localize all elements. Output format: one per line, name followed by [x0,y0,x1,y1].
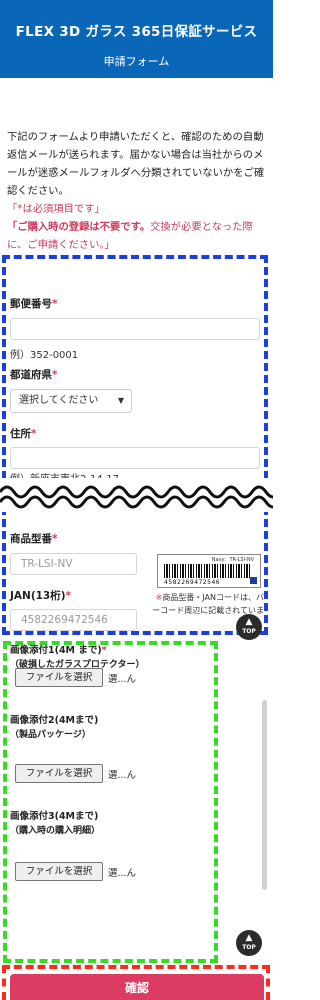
barcode-number: 4582269472546 [164,579,221,586]
intro-text: 下記のフォームより申請いただくと、確認のための自動返信メールが送られます。届かな… [7,128,269,254]
upload-3-label: 画像添付3(4Mまで) （購入時の購入明細） [10,811,101,836]
page-subtitle: 申請フォーム [103,55,170,68]
page-title: FLEX 3D ガラス 365日保証サービス [15,24,258,40]
back-to-top-button[interactable]: ▲ TOP [236,930,262,956]
registration-note-bold: 「ご購入時の登録は不要です。 [7,221,151,233]
intro-paragraph: 下記のフォームより申請いただくと、確認のための自動返信メールが送られます。届かな… [7,131,265,197]
upload-3-file-status: 選...ん [108,868,137,879]
chevron-down-icon: ▼ [117,396,124,405]
barcode-top-text: Navy：TR-LSI-NV [211,557,254,563]
required-mark: * [65,590,72,602]
barcode-bars [164,564,250,578]
model-input[interactable]: TR-LSI-NV [10,553,137,575]
required-mark: * [101,645,107,656]
address-label: 住所* [10,428,37,440]
prefecture-label: 都道府県* [10,369,58,381]
required-mark: * [52,533,58,545]
required-mark: * [52,369,58,381]
barcode-image: Navy：TR-LSI-NV 4582269472546 [157,554,261,588]
model-label: 商品型番* [10,533,58,545]
barcode-corner-mark [250,577,257,584]
content-break-wave [0,478,273,512]
upload-2-choose-file-button[interactable]: ファイルを選択 [15,764,103,783]
confirm-button[interactable]: 確認 [10,974,264,1000]
jan-input[interactable]: 4582269472546 [10,609,137,631]
arrow-up-icon: ▲ [245,617,253,627]
image-upload-section-highlight [3,641,218,963]
upload-1-file-status: 選...ん [108,674,137,685]
postal-label: 郵便番号* [10,298,58,310]
prefecture-selected: 選択してください [19,395,99,406]
jan-label: JAN(13桁)* [10,590,72,602]
page-scrollbar[interactable] [262,700,267,890]
upload-3-choose-file-button[interactable]: ファイルを選択 [15,862,103,881]
address-input[interactable] [10,447,260,469]
upload-2-label: 画像添付2(4Mまで) （製品パッケージ） [10,715,99,740]
back-to-top-button[interactable]: ▲ TOP [236,614,262,640]
required-mark: * [31,428,37,440]
upload-2-file-status: 選...ん [108,770,137,781]
page-header: FLEX 3D ガラス 365日保証サービス 申請フォーム [0,0,273,78]
upload-1-choose-file-button[interactable]: ファイルを選択 [15,668,103,687]
required-mark: * [52,298,58,310]
required-note: 「*は必須項目です」 [7,203,105,215]
postal-input[interactable] [10,318,260,340]
prefecture-select[interactable]: 選択してください ▼ [10,389,132,413]
arrow-up-icon: ▲ [245,933,253,943]
postal-hint: 例）352-0001 [10,350,79,361]
